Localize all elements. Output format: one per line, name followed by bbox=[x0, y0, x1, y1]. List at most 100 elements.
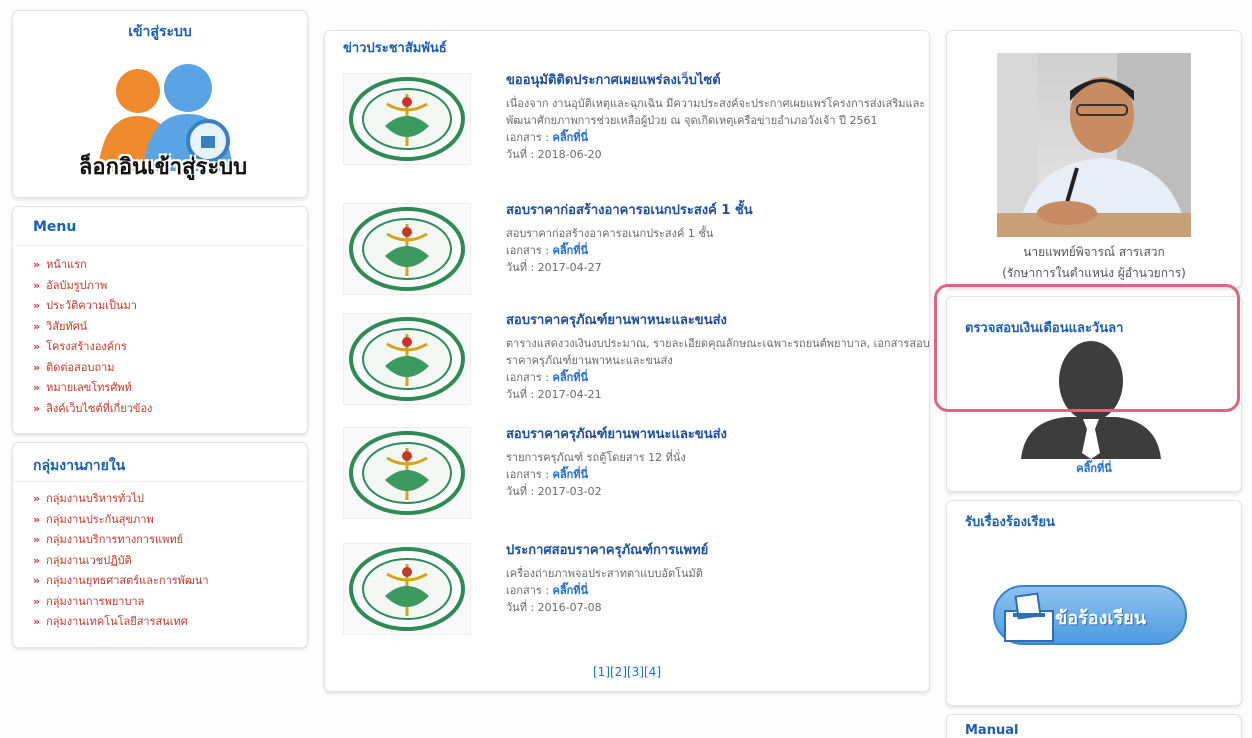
news-item-date: วันที่ : 2017-03-02 bbox=[506, 483, 931, 500]
menu-item[interactable]: » หน้าแรก bbox=[33, 255, 152, 276]
group-item[interactable]: » กลุ่มงานบริหารทั่วไป bbox=[33, 489, 209, 510]
news-item-doc: เอกสาร : คลิ๊กที่นี่ bbox=[506, 129, 931, 146]
news-item-title[interactable]: ขออนุมัติติดประกาศเผยแพร่ลงเว็บไซต์ bbox=[506, 69, 721, 90]
group-item[interactable]: » กลุ่มงานประกันสุขภาพ bbox=[33, 510, 209, 531]
menu-item[interactable]: » ลิงค์เว็บไซต์ที่เกี่ยวข้อง bbox=[33, 399, 152, 420]
news-item-doc: เอกสาร : คลิ๊กที่นี่ bbox=[506, 466, 931, 483]
hospital-seal-icon bbox=[349, 547, 465, 631]
manual-title: Manual bbox=[965, 723, 1019, 738]
menu-item[interactable]: » ประวัติความเป็นมา bbox=[33, 296, 152, 317]
menu-item[interactable]: » อัลบัมรูปภาพ bbox=[33, 276, 152, 297]
double-chevron-icon: » bbox=[33, 299, 41, 312]
news-item-title[interactable]: สอบราคาครุภัณฑ์ยานพาหนะและขนส่ง bbox=[506, 423, 727, 444]
news-item-body: เนื่องจาก งานอุบัติเหตุและฉุกเฉิน มีความ… bbox=[506, 95, 931, 163]
news-item-desc: เนื่องจาก งานอุบัติเหตุและฉุกเฉิน มีความ… bbox=[506, 97, 926, 127]
double-chevron-icon: » bbox=[33, 512, 41, 526]
double-chevron-icon: » bbox=[33, 594, 41, 608]
director-position: (รักษาการในตำแหน่ง ผู้อำนวยการ) bbox=[1002, 266, 1186, 280]
news-item-doc: เอกสาร : คลิ๊กที่นี่ bbox=[506, 242, 931, 259]
date-label: วันที่ : bbox=[506, 601, 535, 614]
hospital-seal-icon bbox=[349, 207, 465, 291]
menu-item[interactable]: » วิสัยทัศน์ bbox=[33, 317, 152, 338]
doc-link[interactable]: คลิ๊กที่นี่ bbox=[553, 131, 589, 144]
director-photo bbox=[997, 53, 1191, 237]
menu-title: Menu bbox=[33, 219, 77, 235]
person-photo-icon bbox=[997, 53, 1191, 237]
menu-item-label: ติดต่อสอบถาม bbox=[46, 360, 115, 374]
group-item[interactable]: » กลุ่มงานเทคโนโลยีสารสนเทศ bbox=[33, 612, 209, 633]
menu-item-label: ประวัติความเป็นมา bbox=[46, 299, 137, 312]
hospital-logo[interactable] bbox=[343, 543, 471, 635]
news-item-body: รายการครุภัณฑ์ รถตู้โดยสาร 12 ที่นั่ง เอ… bbox=[506, 449, 931, 500]
doc-link[interactable]: คลิ๊กที่นี่ bbox=[553, 371, 589, 384]
complaint-button[interactable]: ข้อร้องเรียน bbox=[993, 585, 1187, 645]
double-chevron-icon: » bbox=[33, 492, 41, 505]
menu-list: » หน้าแรก» อัลบัมรูปภาพ» ประวัติความเป็นมา»… bbox=[33, 255, 152, 419]
groups-list: » กลุ่มงานบริหารทั่วไป » กลุ่มงานประกันสุขภ… bbox=[33, 489, 209, 633]
news-item-desc: สอบราคาก่อสร้างอาคารอเนกประสงค์ 1 ชั้น bbox=[506, 227, 714, 240]
menu-divider bbox=[13, 245, 307, 246]
double-chevron-icon: » bbox=[33, 381, 41, 394]
complaint-panel: รับเรื่องร้องเรียน ข้อร้องเรียน bbox=[946, 500, 1242, 706]
hospital-logo[interactable] bbox=[343, 313, 471, 405]
pagination: [1][2][3][4] bbox=[325, 665, 929, 679]
group-item[interactable]: » กลุ่มงานบริการทางการแพทย์ bbox=[33, 530, 209, 551]
news-item-body: เครื่องถ่ายภาพจอประสาทตาแบบอัตโนมัติ เอก… bbox=[506, 565, 931, 616]
hospital-logo[interactable] bbox=[343, 427, 471, 519]
login-banner[interactable]: ล็อกอินเข้าสู่ระบบ bbox=[43, 56, 283, 186]
group-item-label: กลุ่มงานประกันสุขภาพ bbox=[46, 512, 154, 526]
hospital-logo[interactable] bbox=[343, 73, 471, 165]
group-item-label: กลุ่มงานการพยาบาล bbox=[46, 594, 145, 608]
hospital-logo[interactable] bbox=[343, 203, 471, 295]
group-item[interactable]: » กลุ่มงานการพยาบาล bbox=[33, 592, 209, 613]
news-item-title[interactable]: ประกาศสอบราคาครุภัณฑ์การแพทย์ bbox=[506, 539, 708, 560]
doc-link[interactable]: คลิ๊กที่นี่ bbox=[553, 584, 589, 597]
menu-item[interactable]: » ติดต่อสอบถาม bbox=[33, 358, 152, 379]
page-link-3[interactable]: [3] bbox=[627, 665, 644, 679]
news-item-title[interactable]: สอบราคาก่อสร้างอาคารอเนกประสงค์ 1 ชั้น bbox=[506, 199, 753, 220]
date-value: 2017-03-02 bbox=[537, 485, 602, 498]
news-item: ขออนุมัติติดประกาศเผยแพร่ลงเว็บไซต์ เนื่… bbox=[343, 69, 928, 179]
groups-divider bbox=[13, 481, 307, 482]
group-item-label: กลุ่มงานยุทธศาสตร์และการพัฒนา bbox=[46, 574, 209, 587]
complaint-button-label: ข้อร้องเรียน bbox=[1055, 608, 1147, 629]
double-chevron-icon: » bbox=[33, 278, 41, 292]
menu-item[interactable]: » หมายเลขโทรศัพท์ bbox=[33, 378, 152, 399]
news-item-desc: ตารางแสดงวงเงินงบประมาณ, รายละเอียดคุณลั… bbox=[506, 337, 930, 367]
doc-link[interactable]: คลิ๊กที่นี่ bbox=[553, 244, 589, 257]
group-item[interactable]: » กลุ่มงานยุทธศาสตร์และการพัฒนา bbox=[33, 571, 209, 592]
news-item-date: วันที่ : 2016-07-08 bbox=[506, 599, 931, 616]
news-item-title[interactable]: สอบราคาครุภัณฑ์ยานพาหนะและขนส่ง bbox=[506, 309, 727, 330]
page-link-2[interactable]: [2] bbox=[610, 665, 627, 679]
news-item-date: วันที่ : 2017-04-21 bbox=[506, 386, 931, 403]
news-item-body: สอบราคาก่อสร้างอาคารอเนกประสงค์ 1 ชั้น เ… bbox=[506, 225, 931, 276]
double-chevron-icon: » bbox=[33, 340, 41, 353]
news-panel: ข่าวประชาสัมพันธ์ ขออนุมัติติดประกาศเผยแ… bbox=[324, 30, 930, 692]
groups-title: กลุ่มงานภายใน bbox=[33, 458, 126, 474]
page-link-4[interactable]: [4] bbox=[644, 665, 661, 679]
date-value: 2018-06-20 bbox=[537, 148, 602, 161]
page-link-1[interactable]: [1] bbox=[593, 665, 610, 679]
doc-label: เอกสาร : bbox=[506, 584, 550, 597]
news-item-date: วันที่ : 2017-04-27 bbox=[506, 259, 931, 276]
director-panel: นายแพทย์พิจารณ์ สารเสวก (รักษาการในตำแหน… bbox=[946, 30, 1242, 288]
hospital-seal-icon bbox=[349, 431, 465, 515]
menu-item-label: อัลบัมรูปภาพ bbox=[46, 278, 108, 292]
group-item-label: กลุ่มงานเทคโนโลยีสารสนเทศ bbox=[46, 615, 188, 628]
date-value: 2017-04-21 bbox=[537, 388, 602, 401]
news-item-date: วันที่ : 2018-06-20 bbox=[506, 146, 931, 163]
menu-item-label: วิสัยทัศน์ bbox=[46, 319, 88, 333]
double-chevron-icon: » bbox=[33, 553, 41, 567]
salary-link[interactable]: คลิ๊กที่นี่ bbox=[947, 459, 1241, 477]
doc-link[interactable]: คลิ๊กที่นี่ bbox=[553, 468, 589, 481]
news-item-body: ตารางแสดงวงเงินงบประมาณ, รายละเอียดคุณลั… bbox=[506, 335, 931, 403]
menu-item[interactable]: » โครงสร้างองค์กร bbox=[33, 337, 152, 358]
double-chevron-icon: » bbox=[33, 360, 41, 374]
double-chevron-icon: » bbox=[33, 533, 41, 546]
complaint-title: รับเรื่องร้องเรียน bbox=[965, 515, 1055, 530]
group-item[interactable]: » กลุ่มงานเวชปฏิบัติ bbox=[33, 551, 209, 572]
news-item-doc: เอกสาร : คลิ๊กที่นี่ bbox=[506, 369, 931, 386]
news-item: ประกาศสอบราคาครุภัณฑ์การแพทย์ เครื่องถ่า… bbox=[343, 539, 928, 649]
double-chevron-icon: » bbox=[33, 258, 41, 271]
login-banner-text: ล็อกอินเข้าสู่ระบบ bbox=[78, 155, 248, 180]
